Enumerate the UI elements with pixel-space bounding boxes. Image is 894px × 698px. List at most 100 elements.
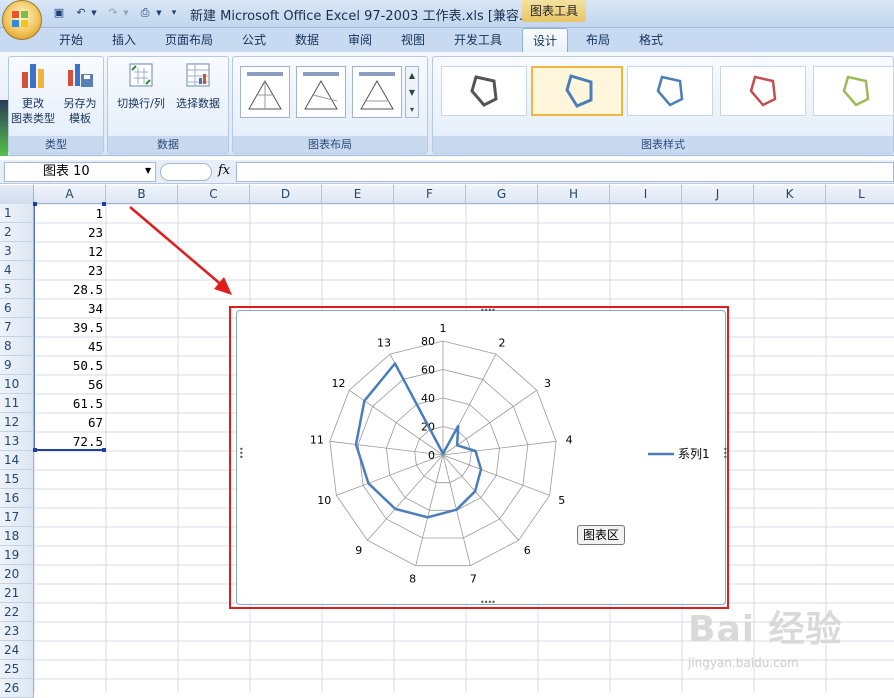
row-header[interactable]: 20 — [0, 565, 34, 584]
radar-chart[interactable]: 02040608012345678910111213系列1 — [238, 312, 724, 603]
radar-spoke — [442, 454, 550, 496]
bar-chart-icon — [22, 64, 44, 88]
chart-layout-1[interactable] — [240, 66, 290, 118]
range-handle[interactable] — [102, 202, 106, 206]
row-header[interactable]: 26 — [0, 679, 34, 698]
style-diamond-icon — [470, 75, 498, 107]
column-header-h[interactable]: H — [538, 185, 610, 204]
save-template-icon — [68, 64, 93, 87]
category-label: 3 — [544, 377, 551, 390]
row-header[interactable]: 2 — [0, 223, 34, 242]
column-header-b[interactable]: B — [106, 185, 178, 204]
tab-home[interactable]: 开始 — [50, 28, 92, 52]
chart-resize-handle[interactable]: • • • — [723, 446, 728, 462]
category-label: 12 — [332, 377, 346, 390]
legend-entry[interactable]: 系列1 — [678, 447, 710, 461]
row-header[interactable]: 14 — [0, 451, 34, 470]
chart-style-5[interactable] — [813, 66, 894, 116]
column-header-a[interactable]: A — [34, 185, 106, 204]
category-label: 5 — [558, 494, 565, 507]
row-header[interactable]: 7 — [0, 318, 34, 337]
column-header-i[interactable]: I — [610, 185, 682, 204]
column-header-j[interactable]: J — [682, 185, 754, 204]
row-header[interactable]: 17 — [0, 508, 34, 527]
tab-format[interactable]: 格式 — [630, 28, 672, 52]
select-data-button[interactable]: 选择数据 — [172, 60, 224, 111]
column-header-g[interactable]: G — [466, 185, 538, 204]
row-header[interactable]: 9 — [0, 356, 34, 375]
category-label: 2 — [499, 337, 506, 350]
switch-row-column-button[interactable]: 切换行/列 — [110, 60, 172, 111]
row-header[interactable]: 18 — [0, 527, 34, 546]
range-handle[interactable] — [102, 448, 106, 452]
row-header[interactable]: 16 — [0, 489, 34, 508]
row-header[interactable]: 15 — [0, 470, 34, 489]
chart-style-2[interactable] — [531, 66, 623, 116]
row-header[interactable]: 10 — [0, 375, 34, 394]
chart-resize-handle[interactable]: • • • — [239, 446, 244, 462]
chart-style-3[interactable] — [627, 66, 713, 116]
tab-developer[interactable]: 开发工具 — [446, 28, 510, 52]
customize-qat-icon[interactable]: ▾ — [168, 5, 180, 21]
tab-data[interactable]: 数据 — [287, 28, 327, 52]
print-preview-icon[interactable]: ⎙ — [136, 5, 154, 21]
chart-layout-3[interactable] — [352, 66, 402, 118]
row-header[interactable]: 1 — [0, 204, 34, 223]
column-header-l[interactable]: L — [826, 185, 894, 204]
name-box[interactable]: 图表 10 — [4, 162, 156, 182]
column-header-c[interactable]: C — [178, 185, 250, 204]
office-logo-icon — [12, 11, 28, 27]
column-header-d[interactable]: D — [250, 185, 322, 204]
row-header[interactable]: 8 — [0, 337, 34, 356]
tab-formulas[interactable]: 公式 — [234, 28, 274, 52]
tab-design[interactable]: 设计 — [522, 28, 568, 52]
row-header[interactable]: 21 — [0, 584, 34, 603]
radar-spoke — [367, 454, 444, 541]
chart-style-1[interactable] — [441, 66, 527, 116]
select-all-button[interactable] — [0, 185, 34, 204]
row-header[interactable]: 13 — [0, 432, 34, 451]
column-header-f[interactable]: F — [394, 185, 466, 204]
row-header[interactable]: 19 — [0, 546, 34, 565]
change-chart-type-button[interactable]: 更改 图表类型 — [10, 60, 56, 126]
row-header[interactable]: 3 — [0, 242, 34, 261]
side-handle — [0, 100, 8, 156]
column-header-k[interactable]: K — [754, 185, 826, 204]
save-icon[interactable]: ▣ — [50, 5, 68, 21]
tab-insert[interactable]: 插入 — [104, 28, 144, 52]
row-header[interactable]: 4 — [0, 261, 34, 280]
print-dropdown-icon[interactable]: ▼ — [154, 5, 164, 21]
save-as-template-button[interactable]: 另存为 模板 — [58, 60, 102, 126]
undo-dropdown-icon[interactable]: ▼ — [89, 5, 99, 21]
formula-bar-expander[interactable] — [160, 163, 212, 181]
row-header[interactable]: 23 — [0, 622, 34, 641]
row-header[interactable]: 22 — [0, 603, 34, 622]
formula-input[interactable] — [236, 162, 894, 182]
row-header[interactable]: 5 — [0, 280, 34, 299]
baidu-watermark: Bai 经验 — [688, 609, 843, 650]
row-header[interactable]: 24 — [0, 641, 34, 660]
column-header-e[interactable]: E — [322, 185, 394, 204]
row-header[interactable]: 11 — [0, 394, 34, 413]
category-label: 6 — [524, 544, 531, 557]
range-handle[interactable] — [33, 202, 37, 206]
tab-view[interactable]: 视图 — [393, 28, 433, 52]
tab-page-layout[interactable]: 页面布局 — [158, 28, 220, 52]
annotation-arrow — [129, 206, 232, 295]
tab-layout[interactable]: 布局 — [578, 28, 618, 52]
range-handle[interactable] — [33, 448, 37, 452]
row-header[interactable]: 25 — [0, 660, 34, 679]
chart-resize-handle[interactable]: •••• — [480, 306, 496, 315]
redo-dropdown-icon[interactable]: ▼ — [121, 5, 131, 21]
name-box-dropdown-icon[interactable]: ▼ — [145, 166, 151, 175]
insert-function-button[interactable]: fx — [218, 163, 230, 178]
row-header[interactable]: 6 — [0, 299, 34, 318]
chart-resize-handle[interactable]: •••• — [480, 598, 496, 607]
layout-gallery-scroll[interactable]: ▲ ▼ ▾ — [405, 66, 419, 118]
undo-icon[interactable]: ↶ — [72, 5, 90, 21]
chart-layout-2[interactable] — [296, 66, 346, 118]
row-header[interactable]: 12 — [0, 413, 34, 432]
tab-review[interactable]: 审阅 — [340, 28, 380, 52]
redo-icon[interactable]: ↷ — [104, 5, 122, 21]
chart-style-4[interactable] — [720, 66, 806, 116]
